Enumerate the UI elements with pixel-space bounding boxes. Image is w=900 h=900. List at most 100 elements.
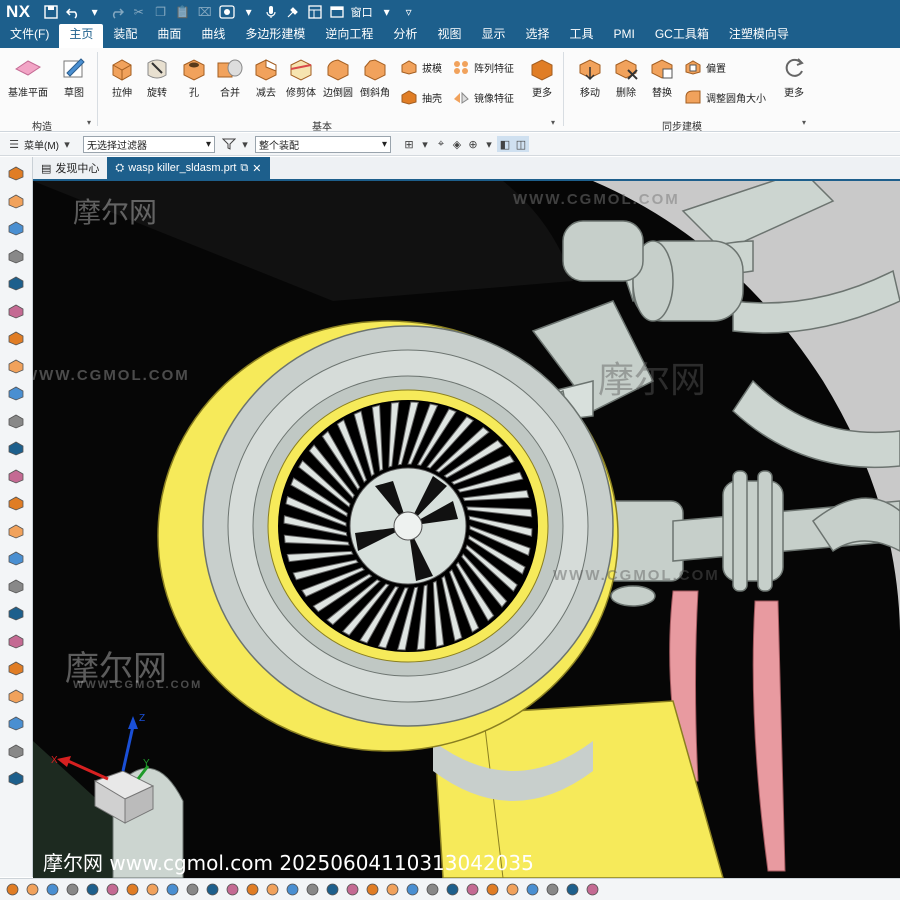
block-icon[interactable] <box>6 218 26 238</box>
tab-0[interactable]: 文件(F) <box>0 24 59 48</box>
paste-icon[interactable]: 📋 <box>175 4 191 20</box>
offset-icon[interactable] <box>6 521 26 541</box>
bottom-tool-icon[interactable] <box>44 881 61 898</box>
shell-button[interactable]: 抽壳 <box>400 88 442 106</box>
pipe-icon[interactable] <box>6 658 26 678</box>
dropdown-icon[interactable]: ▾ <box>481 136 497 152</box>
customize-qa-icon[interactable]: ▿ <box>401 4 417 20</box>
bottom-tool-icon[interactable] <box>264 881 281 898</box>
microphone-icon[interactable] <box>263 4 279 20</box>
bottom-tool-icon[interactable] <box>504 881 521 898</box>
tab-8[interactable]: 视图 <box>427 24 471 48</box>
hole-icon[interactable] <box>6 301 26 321</box>
tab-6[interactable]: 逆向工程 <box>315 24 383 48</box>
bottom-tool-icon[interactable] <box>244 881 261 898</box>
line-icon[interactable] <box>6 411 26 431</box>
snap-point-icon[interactable]: ⌖ <box>433 136 449 152</box>
bottom-tool-icon[interactable] <box>84 881 101 898</box>
bottom-tool-icon[interactable] <box>164 881 181 898</box>
box-icon[interactable] <box>6 273 26 293</box>
view-orient-icon[interactable] <box>6 163 26 183</box>
tab-2[interactable]: 装配 <box>103 24 147 48</box>
tab-5[interactable]: 多边形建模 <box>235 24 315 48</box>
cube-icon[interactable] <box>6 603 26 623</box>
subtract-button[interactable]: 减去 <box>252 54 280 99</box>
assembly-icon[interactable] <box>6 713 26 733</box>
fillet-icon[interactable] <box>6 631 26 651</box>
pattern-icon[interactable] <box>6 741 26 761</box>
tab-12[interactable]: PMI <box>604 24 645 48</box>
datum-plane-button[interactable]: 基准平面 <box>8 54 48 99</box>
filter-icon[interactable] <box>221 136 237 152</box>
spline-icon[interactable] <box>6 356 26 376</box>
hole-button[interactable]: 孔 <box>180 54 208 99</box>
bottom-tool-icon[interactable] <box>364 881 381 898</box>
bottom-tool-icon[interactable] <box>584 881 601 898</box>
tab-11[interactable]: 工具 <box>559 24 603 48</box>
chamfer-button[interactable]: 倒斜角 <box>360 54 390 99</box>
bottom-tool-icon[interactable] <box>304 881 321 898</box>
close-icon[interactable]: ✕ <box>252 162 261 175</box>
bottom-tool-icon[interactable] <box>564 881 581 898</box>
tab-14[interactable]: 注塑模向导 <box>719 24 799 48</box>
tab-1[interactable]: 主页 <box>59 24 104 48</box>
tab-discovery-center[interactable]: ▤ 发现中心 <box>33 157 107 179</box>
window-dropdown-icon[interactable]: ▾ <box>379 4 395 20</box>
selection-priority-icon[interactable]: ⊞ <box>401 136 417 152</box>
mirror-feature-button[interactable]: 镜像特征 <box>452 88 514 106</box>
section-icon[interactable] <box>6 768 26 788</box>
resize-blend-button[interactable]: 调整圆角大小 <box>684 88 766 106</box>
arc-icon[interactable] <box>6 466 26 486</box>
tab-3[interactable]: 曲面 <box>147 24 191 48</box>
tab-9[interactable]: 显示 <box>471 24 515 48</box>
bottom-tool-icon[interactable] <box>404 881 421 898</box>
select-point-icon[interactable]: ⊕ <box>465 136 481 152</box>
point-icon[interactable] <box>6 576 26 596</box>
edge-blend-button[interactable]: 边倒圆 <box>323 54 353 99</box>
bottom-tool-icon[interactable] <box>124 881 141 898</box>
curve-icon[interactable] <box>6 328 26 348</box>
wireframe-icon[interactable]: ◫ <box>513 136 529 152</box>
move-face-button[interactable]: 移动 <box>576 54 604 99</box>
wave-icon[interactable] <box>6 493 26 513</box>
bottom-tool-icon[interactable] <box>484 881 501 898</box>
bottom-tool-icon[interactable] <box>544 881 561 898</box>
extrude-button[interactable]: 拉伸 <box>108 54 136 99</box>
feature-icon[interactable] <box>6 246 26 266</box>
pattern-feature-button[interactable]: 阵列特征 <box>452 58 514 76</box>
surface-icon[interactable] <box>6 438 26 458</box>
draft-button[interactable]: 拔模 <box>400 58 442 76</box>
bottom-tool-icon[interactable] <box>24 881 41 898</box>
undo-icon[interactable] <box>65 4 81 20</box>
offset-region-button[interactable]: 偏置 <box>684 58 726 76</box>
bottom-tool-icon[interactable] <box>144 881 161 898</box>
unite-button[interactable]: 合并 <box>216 54 244 99</box>
window-menu-label[interactable]: 窗口 <box>351 4 373 20</box>
bottom-tool-icon[interactable] <box>384 881 401 898</box>
revolve-button[interactable]: 旋转 <box>143 54 171 99</box>
menu-button[interactable]: 菜单(M) <box>24 137 59 152</box>
group-expand-icon[interactable]: ▾ <box>802 118 806 127</box>
sketch-button[interactable]: 草图 <box>60 54 88 99</box>
replace-face-button[interactable]: 替换 <box>648 54 676 99</box>
redo-icon[interactable] <box>109 4 125 20</box>
scope-filter-select[interactable]: 整个装配 ▾ <box>255 135 391 153</box>
bottom-tool-icon[interactable] <box>324 881 341 898</box>
popout-icon[interactable]: ⧉ <box>240 162 248 175</box>
delete-icon[interactable]: ⌧ <box>197 4 213 20</box>
extrude-icon[interactable] <box>6 191 26 211</box>
save-icon[interactable] <box>43 4 59 20</box>
group-expand-icon[interactable]: ▾ <box>87 118 91 127</box>
bottom-tool-icon[interactable] <box>224 881 241 898</box>
tab-active-part[interactable]: ⛭ wasp killer_sldasm.prt ⧉ ✕ <box>107 157 270 179</box>
type-filter-select[interactable]: 无选择过滤器 ▾ <box>83 135 215 153</box>
menu-hamburger-icon[interactable]: ☰ <box>6 136 22 152</box>
bottom-tool-icon[interactable] <box>424 881 441 898</box>
tab-4[interactable]: 曲线 <box>191 24 235 48</box>
undo-dropdown-icon[interactable]: ▾ <box>87 4 103 20</box>
bottom-tool-icon[interactable] <box>344 881 361 898</box>
bottom-tool-icon[interactable] <box>184 881 201 898</box>
more-basic-button[interactable]: 更多 <box>528 54 556 99</box>
filter-dropdown-icon[interactable]: ▾ <box>237 136 253 152</box>
display-mode-icon[interactable] <box>218 4 235 20</box>
